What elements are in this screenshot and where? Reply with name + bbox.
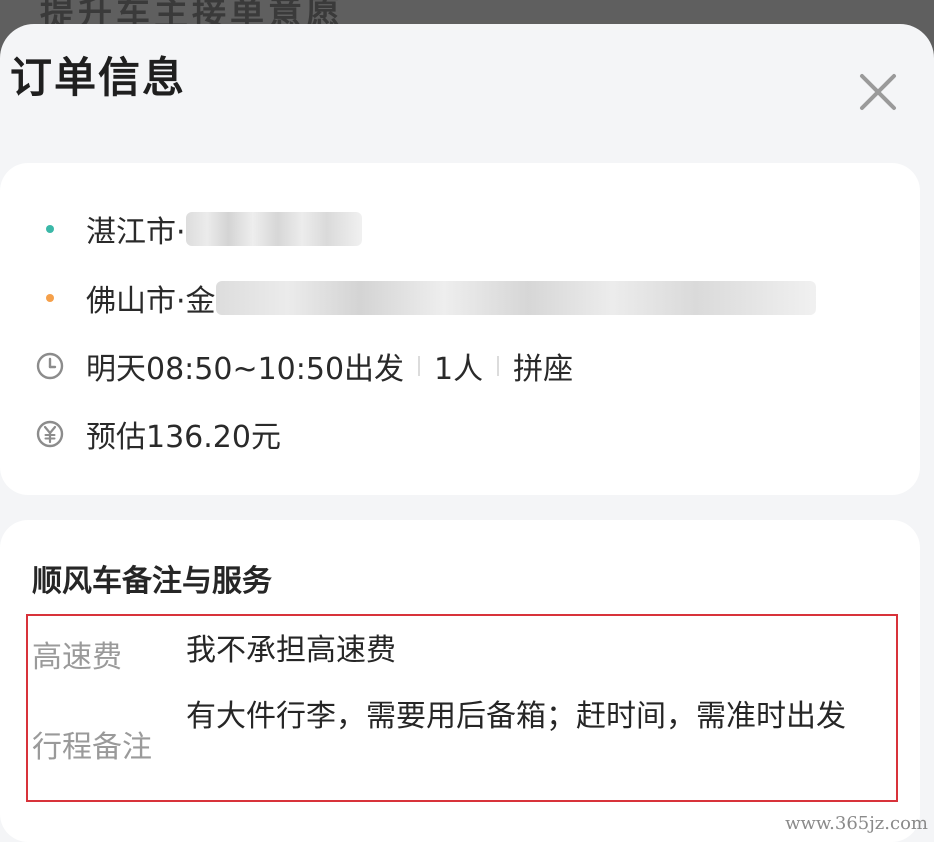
watermark: www.365jz.com: [785, 813, 928, 834]
destination-row: 佛山市·金: [32, 276, 816, 320]
destination-address-redacted: [215, 281, 816, 315]
page-title: 订单信息: [10, 53, 187, 102]
origin-city: 湛江市·: [86, 215, 186, 250]
close-icon: [860, 74, 896, 110]
highlight-annotation-box: [26, 614, 898, 802]
schedule-row: 明天08:50~10:50出发 1人 拼座: [32, 344, 573, 388]
origin-dot-icon: [46, 225, 54, 233]
close-button[interactable]: [856, 70, 900, 114]
ride-type: 拼座: [513, 352, 574, 387]
service-section-title: 顺风车备注与服务: [32, 564, 272, 599]
divider: [497, 356, 500, 376]
passenger-count: 1人: [434, 352, 484, 387]
yuan-icon: [36, 420, 64, 448]
origin-row: 湛江市·: [32, 207, 362, 251]
divider: [418, 356, 421, 376]
estimated-price: 预估136.20元: [86, 420, 281, 455]
price-row: 预估136.20元: [32, 412, 281, 456]
departure-time: 明天08:50~10:50出发: [86, 352, 405, 387]
destination-city: 佛山市·金: [86, 284, 216, 319]
destination-dot-icon: [46, 294, 54, 302]
origin-address-redacted: [185, 212, 362, 246]
clock-icon: [36, 352, 64, 380]
